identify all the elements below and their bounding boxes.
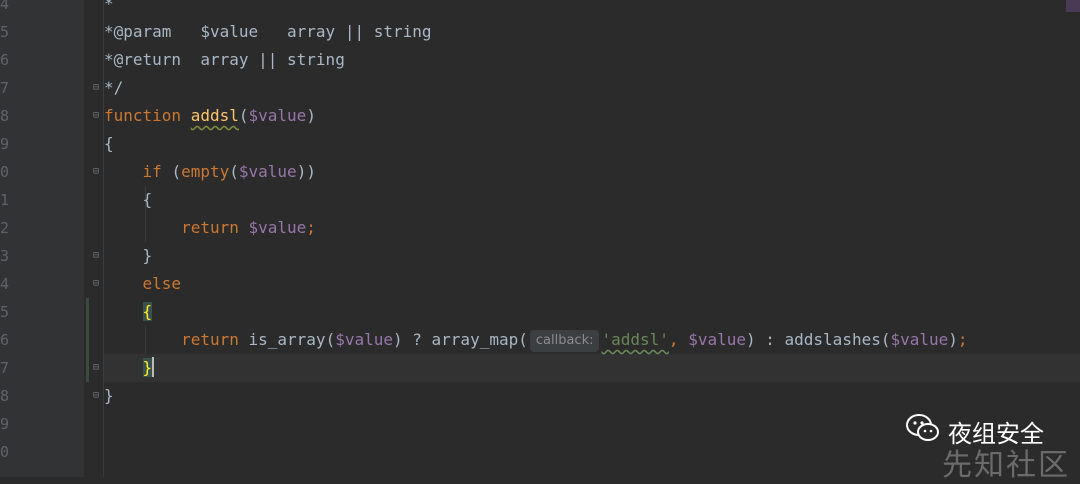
code-token: ; <box>957 330 968 349</box>
code-token: empty <box>181 162 230 181</box>
code-token: } <box>104 246 153 265</box>
wechat-icon <box>906 413 940 449</box>
line-number: 5 <box>0 23 10 41</box>
line-number: 7 <box>0 359 10 377</box>
code-line[interactable]: { <box>104 298 153 326</box>
line-number: 6 <box>0 331 10 349</box>
code-line[interactable]: *@return array || string <box>104 46 345 74</box>
code-token: $value <box>248 106 307 125</box>
code-token: 'addsl' <box>601 330 669 349</box>
code-token: */ <box>104 78 124 97</box>
code-token: return <box>181 218 249 237</box>
window-corner-indicator <box>1066 0 1080 12</box>
code-token: $value <box>238 162 297 181</box>
fold-icon[interactable]: ⊟ <box>90 278 102 290</box>
code-line[interactable]: *@param $value array || string <box>104 18 432 46</box>
code-token: if <box>142 162 172 181</box>
fold-icon[interactable]: ⊟ <box>90 82 102 94</box>
text-caret <box>152 357 155 377</box>
line-number: 2 <box>0 219 10 237</box>
current-line-highlight <box>104 354 1080 382</box>
fold-icon[interactable]: ⊟ <box>90 110 102 122</box>
line-number: 0 <box>0 163 10 181</box>
code-token: { <box>142 302 153 321</box>
code-token: ) ? array_map( <box>393 330 528 349</box>
code-token: $value <box>688 330 746 349</box>
code-token: } <box>142 358 153 377</box>
watermark-site-label: 先知社区 <box>942 448 1070 483</box>
code-token: is_array( <box>248 330 336 349</box>
line-number: 3 <box>0 247 10 265</box>
code-token: ) : addslashes( <box>745 330 891 349</box>
code-token: return <box>181 330 249 349</box>
line-number-gutter: 4 5 6 7 8 9 0 1 2 3 4 5 6 7 8 9 0 <box>0 0 84 477</box>
code-token: ( <box>171 162 182 181</box>
fold-icon[interactable]: ⊟ <box>90 390 102 402</box>
code-token: ( <box>229 162 239 181</box>
code-token: } <box>104 386 114 405</box>
code-token: function <box>104 106 191 125</box>
line-number: 8 <box>0 387 10 405</box>
parameter-hint: callback: <box>529 330 600 352</box>
code-token: addsl <box>190 106 239 125</box>
line-number: 0 <box>0 443 10 461</box>
code-token: )) <box>296 162 316 181</box>
line-number: 7 <box>0 79 10 97</box>
code-line[interactable]: return is_array($value) ? array_map(call… <box>104 326 968 354</box>
code-line[interactable]: } <box>104 242 153 270</box>
code-token: , <box>668 330 689 349</box>
code-token: $value <box>335 330 393 349</box>
line-number: 6 <box>0 51 10 69</box>
code-token: $value <box>890 330 949 349</box>
code-token: { <box>104 134 114 153</box>
line-number: 1 <box>0 191 10 209</box>
vcs-change-marker[interactable] <box>86 298 89 382</box>
watermark-site: 先知社区 <box>942 440 1070 484</box>
code-token: *@return array || string <box>104 50 345 69</box>
code-line[interactable]: if (empty($value)) <box>104 158 316 186</box>
code-token: { <box>104 190 153 209</box>
code-line[interactable]: } <box>104 382 114 410</box>
code-line[interactable]: * <box>104 0 114 18</box>
fold-icon[interactable]: ⊟ <box>90 362 102 374</box>
code-token: $value <box>248 218 307 237</box>
line-number: 4 <box>0 275 10 293</box>
line-number: 5 <box>0 303 10 321</box>
code-line[interactable]: { <box>104 186 153 214</box>
code-line[interactable]: } <box>104 354 155 382</box>
code-line[interactable]: return $value; <box>104 214 316 242</box>
code-token: * <box>104 0 114 13</box>
fold-icon[interactable]: ⊟ <box>90 166 102 178</box>
fold-icon[interactable]: ⊟ <box>90 250 102 262</box>
code-token: *@param $value array || string <box>104 22 432 41</box>
code-token: ) <box>948 330 958 349</box>
code-line[interactable]: */ <box>104 74 123 102</box>
code-token: else <box>142 274 182 293</box>
code-line[interactable]: function addsl($value) <box>104 102 316 130</box>
code-token: ) <box>306 106 316 125</box>
line-number: 9 <box>0 415 10 433</box>
line-number: 8 <box>0 107 10 125</box>
code-token: ; <box>306 218 316 237</box>
code-line[interactable]: else <box>104 270 182 298</box>
code-token: ( <box>238 106 249 125</box>
line-number: 9 <box>0 135 10 153</box>
code-line[interactable]: { <box>104 130 114 158</box>
line-number: 4 <box>0 0 10 13</box>
